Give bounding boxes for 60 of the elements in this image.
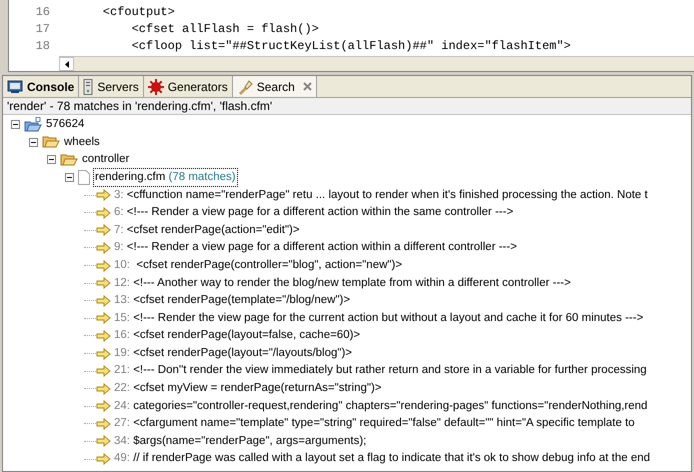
scroll-left-button[interactable]	[59, 57, 74, 71]
arrow-icon	[96, 330, 111, 342]
flashlight-icon	[236, 78, 253, 94]
arrow-icon	[96, 206, 111, 219]
arrow-icon	[96, 382, 111, 395]
search-match[interactable]: 12: <!--- Another way to render the blog/new template from within a different controller --->	[114, 274, 571, 292]
search-match[interactable]: 27: <cfargument name="template" type="string" required="false" default="" hint="A specific template to	[114, 415, 635, 433]
line-number: 17	[34, 20, 51, 38]
arrow-icon	[96, 312, 111, 324]
collapse-toggle-icon[interactable]	[29, 138, 38, 147]
arrow-icon	[96, 242, 111, 254]
search-match[interactable]: 49: // if renderPage was called with a layout set a flag to indicate that it's ok to show debug info at the end	[114, 450, 650, 468]
code-line: <cfset allFlash = flash()>	[130, 20, 319, 38]
search-match[interactable]: 9: <!--- Render a view page for a different action within a different controller --->	[114, 239, 517, 257]
search-summary: 'render' - 78 matches in 'rendering.cfm', 'flash.cfm'	[3, 98, 691, 115]
search-match[interactable]: 22: <cfset myView = renderPage(returnAs="string")>	[114, 380, 382, 398]
gear-icon	[148, 78, 164, 94]
arrow-icon	[96, 294, 111, 307]
search-match[interactable]: 19: <cfset renderPage(layout="/layouts/blog")>	[114, 344, 352, 362]
arrow-icon	[96, 189, 111, 202]
code-line: <cfoutput>	[102, 4, 175, 20]
folder-tree-item[interactable]: wheels	[63, 134, 101, 152]
collapse-toggle-icon[interactable]	[11, 120, 20, 130]
folder-tree-item[interactable]: 576624	[45, 116, 86, 134]
view-tab[interactable]: Generators	[144, 76, 233, 97]
arrow-icon	[96, 418, 111, 430]
open-folder-icon	[42, 135, 60, 150]
open-folder-icon	[60, 152, 78, 167]
search-match[interactable]: 24: categories="controller-request,rendering" chapters="rendering-pages" functions="renderNothing,rend	[114, 398, 648, 415]
arrow-icon	[96, 260, 111, 272]
line-number: 16	[34, 4, 51, 20]
view-tab[interactable]: Search	[232, 76, 317, 97]
collapse-toggle-icon[interactable]	[47, 155, 56, 164]
folder-tree-item[interactable]: controller	[81, 151, 130, 169]
project-folder-icon	[24, 116, 42, 133]
search-match[interactable]: 6: <!--- Render a view page for a different action within the same controller --->	[114, 204, 514, 222]
search-match[interactable]: 10: <cfset renderPage(controller="blog", action="new")>	[114, 256, 402, 274]
arrow-icon	[96, 348, 111, 360]
collapse-toggle-icon[interactable]	[65, 173, 74, 182]
code-line: <cfloop list="##StructKeyList(allFlash)##" index="flashItem">	[130, 38, 571, 54]
search-match[interactable]: 13: <cfset renderPage(template="/blog/new")>	[114, 292, 350, 310]
server-icon	[83, 78, 94, 94]
arrow-icon	[96, 277, 111, 290]
arrow-icon	[96, 224, 111, 236]
line-number: 18	[34, 38, 51, 54]
search-match[interactable]: 15: <!--- Render the view page for the current action but without a layout and cache it for 60 minutes --->	[114, 310, 644, 327]
search-match[interactable]: 16: <cfset renderPage(layout=false, cache=60)>	[114, 327, 360, 345]
arrow-icon	[96, 453, 111, 466]
arrow-icon	[96, 435, 111, 448]
search-match[interactable]: 7: <cfset renderPage(action="edit")>	[114, 222, 300, 239]
search-match[interactable]: 21: <!--- Don''t render the view immediately but rather return and store in a variable for further processing	[114, 362, 647, 380]
file-tree-item[interactable]: rendering.cfm (78 matches)	[93, 168, 238, 188]
close-icon[interactable]	[302, 82, 312, 91]
arrow-icon	[96, 400, 111, 412]
arrow-icon	[96, 365, 111, 378]
left-arrow-icon	[64, 60, 68, 68]
search-match[interactable]: 34: $args(name="renderPage", args=arguments);	[114, 432, 366, 450]
monitor-icon	[7, 80, 23, 94]
search-match[interactable]: 3: <cffunction name="renderPage" retu ... layout to render when it's finished processing the action. Note t	[114, 186, 648, 204]
file-icon	[78, 170, 90, 186]
